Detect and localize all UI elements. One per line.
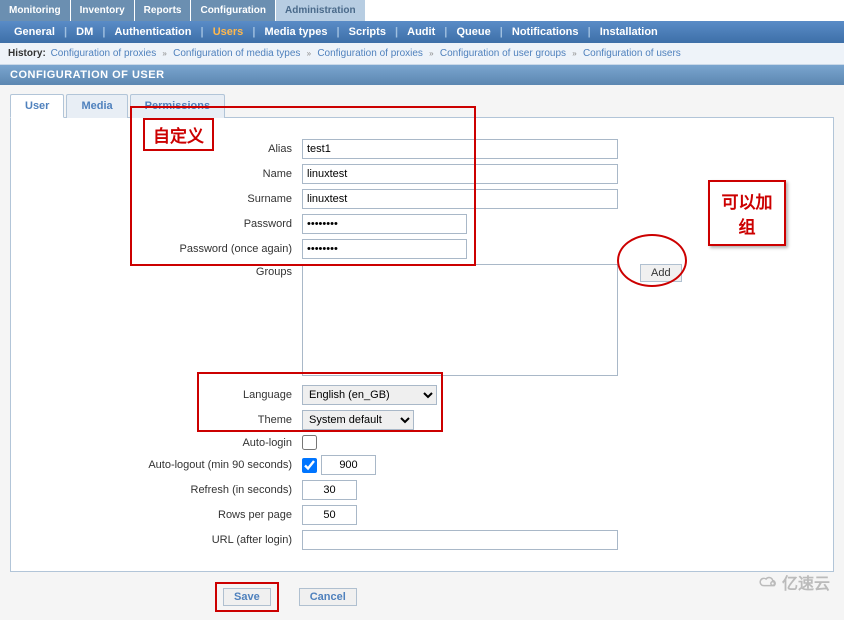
- history-bar: History: Configuration of proxies » Conf…: [0, 43, 844, 65]
- secondary-nav: General | DM | Authentication | Users | …: [0, 21, 844, 43]
- history-link[interactable]: Configuration of users: [581, 48, 683, 59]
- history-link[interactable]: Configuration of user groups: [438, 48, 568, 59]
- primary-nav: MonitoringInventoryReportsConfigurationA…: [0, 0, 844, 21]
- footer-logo: 亿速云: [758, 570, 830, 594]
- nav-secondary-general[interactable]: General: [8, 26, 61, 38]
- cloud-icon: [758, 574, 780, 590]
- tab-permissions[interactable]: Permissions: [130, 94, 225, 118]
- password2-input[interactable]: [302, 239, 467, 259]
- password2-label: Password (once again): [27, 243, 302, 255]
- refresh-input[interactable]: [302, 480, 357, 500]
- nav-primary-monitoring[interactable]: Monitoring: [0, 0, 71, 21]
- groups-listbox[interactable]: [302, 264, 618, 376]
- name-label: Name: [27, 168, 302, 180]
- autologout-input[interactable]: [321, 455, 376, 475]
- autologout-checkbox[interactable]: [302, 458, 317, 473]
- nav-secondary-media-types[interactable]: Media types: [258, 26, 333, 38]
- history-label: History:: [8, 48, 46, 59]
- language-select[interactable]: English (en_GB): [302, 385, 437, 405]
- autologin-label: Auto-login: [27, 437, 302, 449]
- name-input[interactable]: [302, 164, 618, 184]
- url-label: URL (after login): [27, 534, 302, 546]
- nav-primary-configuration[interactable]: Configuration: [191, 0, 276, 21]
- nav-secondary-dm[interactable]: DM: [70, 26, 99, 38]
- nav-secondary-authentication[interactable]: Authentication: [108, 26, 197, 38]
- annotation-custom-label: 自定义: [143, 118, 214, 151]
- nav-secondary-users[interactable]: Users: [207, 26, 250, 38]
- rows-input[interactable]: [302, 505, 357, 525]
- config-tabs: UserMediaPermissions: [10, 93, 834, 118]
- password-input[interactable]: [302, 214, 467, 234]
- nav-secondary-notifications[interactable]: Notifications: [506, 26, 585, 38]
- tab-user[interactable]: User: [10, 94, 64, 118]
- url-input[interactable]: [302, 530, 618, 550]
- history-link[interactable]: Configuration of proxies: [315, 48, 425, 59]
- add-group-button[interactable]: Add: [640, 264, 682, 282]
- nav-primary-inventory[interactable]: Inventory: [71, 0, 135, 21]
- autologin-checkbox[interactable]: [302, 435, 317, 450]
- theme-label: Theme: [27, 414, 302, 426]
- nav-primary-administration[interactable]: Administration: [276, 0, 366, 21]
- nav-primary-reports[interactable]: Reports: [135, 0, 192, 21]
- surname-input[interactable]: [302, 189, 618, 209]
- theme-select[interactable]: System default: [302, 410, 414, 430]
- nav-secondary-audit[interactable]: Audit: [401, 26, 441, 38]
- history-link[interactable]: Configuration of proxies: [49, 48, 159, 59]
- autologout-label: Auto-logout (min 90 seconds): [27, 459, 302, 471]
- password-label: Password: [27, 218, 302, 230]
- page-title: CONFIGURATION OF USER: [0, 65, 844, 85]
- annotation-add-group-label: 可以加组: [708, 180, 786, 246]
- tab-media[interactable]: Media: [66, 94, 127, 118]
- nav-secondary-scripts[interactable]: Scripts: [343, 26, 392, 38]
- rows-label: Rows per page: [27, 509, 302, 521]
- groups-label: Groups: [27, 264, 302, 278]
- language-label: Language: [27, 389, 302, 401]
- nav-secondary-queue[interactable]: Queue: [450, 26, 496, 38]
- alias-input[interactable]: [302, 139, 618, 159]
- cancel-button[interactable]: Cancel: [299, 588, 357, 606]
- nav-secondary-installation[interactable]: Installation: [594, 26, 664, 38]
- save-button[interactable]: Save: [223, 588, 271, 606]
- refresh-label: Refresh (in seconds): [27, 484, 302, 496]
- surname-label: Surname: [27, 193, 302, 205]
- history-link[interactable]: Configuration of media types: [171, 48, 302, 59]
- annotation-save-highlight: Save: [215, 582, 279, 612]
